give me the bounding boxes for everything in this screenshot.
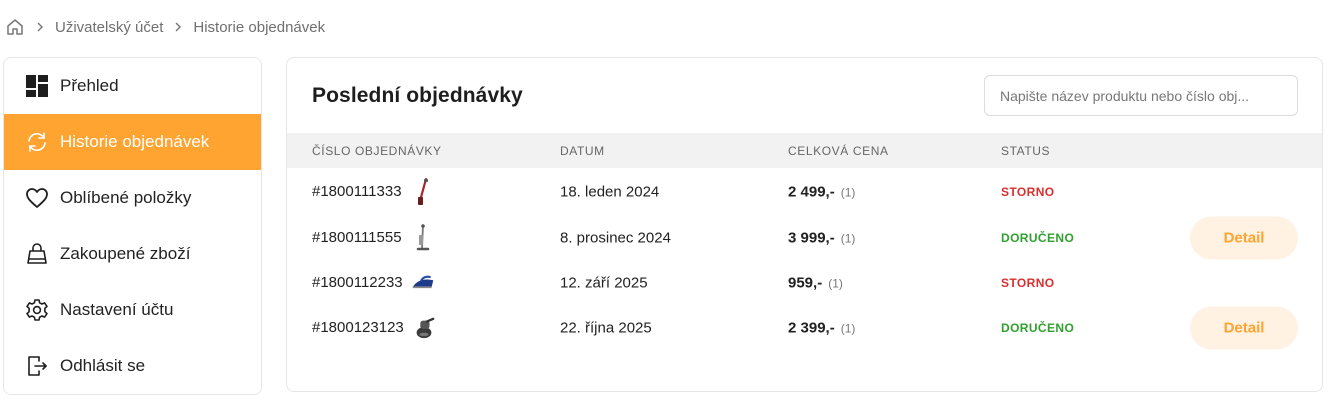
order-price: 3 999,- (1) [788, 229, 855, 246]
sidebar-item-logout[interactable]: Odhlásit se [4, 338, 261, 394]
breadcrumb: Uživatelský účet Historie objednávek [5, 16, 335, 38]
price-value: 959,- [788, 274, 823, 291]
order-price: 2 499,- (1) [788, 183, 855, 200]
shopping-bag-icon [24, 241, 50, 267]
detail-button[interactable]: Detail [1190, 306, 1298, 349]
order-date: 8. prosinec 2024 [560, 229, 671, 246]
item-count: (1) [840, 185, 856, 199]
refresh-icon [24, 129, 50, 155]
home-icon[interactable] [5, 17, 25, 37]
table-row[interactable]: #1800123123 22. října 2025 2 399,- (1) DO… [287, 305, 1322, 350]
column-header-order-number: ČÍSLO OBJEDNÁVKY [312, 144, 442, 158]
product-thumbnail [410, 223, 434, 253]
orders-card: Poslední objednávky ČÍSLO OBJEDNÁVKY DAT… [286, 57, 1323, 392]
price-value: 2 399,- [788, 319, 835, 336]
column-header-date: DATUM [560, 144, 605, 158]
sidebar-item-label: Zakoupené zboží [60, 244, 191, 263]
sidebar-item-label: Odhlásit se [60, 356, 146, 375]
sidebar-item-overview[interactable]: Přehled [4, 58, 261, 114]
order-date: 18. leden 2024 [560, 183, 660, 200]
status-badge: STORNO [1001, 275, 1055, 290]
item-count: (1) [840, 231, 856, 245]
search-input[interactable] [984, 75, 1298, 116]
sidebar-item-order-history[interactable]: Historie objednávek [4, 114, 261, 170]
status-badge: STORNO [1001, 184, 1055, 199]
sidebar-item-favorites[interactable]: Oblíbené položky [4, 170, 261, 226]
status-badge: DORUČENO [1001, 230, 1075, 245]
order-number[interactable]: #1800112233 [312, 274, 403, 291]
product-thumbnail [412, 313, 436, 343]
sidebar-item-purchased[interactable]: Zakoupené zboží [4, 226, 261, 282]
page-title: Poslední objednávky [312, 84, 523, 107]
table-row[interactable]: #1800111555 8. prosinec 2024 3 999,- (1) … [287, 215, 1322, 260]
price-value: 2 499,- [788, 183, 835, 200]
product-thumbnail [410, 177, 434, 207]
column-header-status: STATUS [1001, 144, 1051, 158]
table-row[interactable]: #1800111333 18. leden 2024 2 499,- (1) ST… [287, 169, 1322, 214]
chevron-right-icon [35, 22, 45, 32]
table-header: ČÍSLO OBJEDNÁVKY DATUM CELKOVÁ CENA STAT… [287, 133, 1322, 168]
order-number[interactable]: #1800123123 [312, 319, 404, 336]
detail-button[interactable]: Detail [1190, 216, 1298, 259]
heart-icon [24, 185, 50, 211]
sidebar-item-label: Nastavení účtu [60, 300, 174, 319]
sidebar-item-label: Historie objednávek [60, 132, 210, 151]
order-date: 22. října 2025 [560, 319, 652, 336]
sidebar: Přehled Historie objednávek Oblíbené pol… [3, 57, 262, 395]
product-thumbnail [411, 268, 435, 298]
price-value: 3 999,- [788, 229, 835, 246]
sidebar-item-label: Oblíbené položky [60, 188, 192, 207]
status-badge: DORUČENO [1001, 320, 1075, 335]
breadcrumb-item-order-history: Historie objednávek [193, 18, 326, 36]
order-number[interactable]: #1800111555 [312, 229, 402, 246]
dashboard-icon [24, 73, 50, 99]
column-header-total-price: CELKOVÁ CENA [788, 144, 889, 158]
gear-icon [24, 297, 50, 323]
sidebar-item-label: Přehled [60, 76, 119, 95]
logout-icon [24, 353, 50, 379]
table-row[interactable]: #1800112233 12. září 2025 959,- (1) STORN… [287, 260, 1322, 305]
order-price: 959,- (1) [788, 274, 843, 291]
breadcrumb-item-account[interactable]: Uživatelský účet [55, 19, 163, 36]
order-number[interactable]: #1800111333 [312, 183, 402, 200]
item-count: (1) [840, 321, 856, 335]
item-count: (1) [828, 276, 843, 290]
order-date: 12. září 2025 [560, 274, 648, 291]
order-price: 2 399,- (1) [788, 319, 855, 336]
chevron-right-icon [173, 22, 183, 32]
sidebar-item-settings[interactable]: Nastavení účtu [4, 282, 261, 338]
